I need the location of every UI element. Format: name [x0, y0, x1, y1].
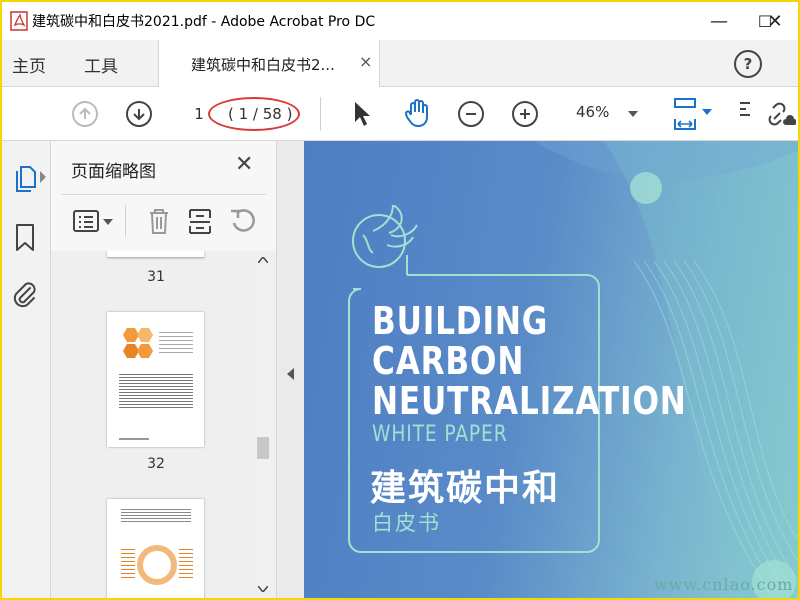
zoom-select[interactable]: 46% — [562, 99, 646, 129]
thumbnail-33-right — [179, 549, 193, 579]
thumbnail-list: 31 32 — [51, 251, 276, 598]
attachment-icon[interactable] — [10, 279, 40, 309]
document-view[interactable]: BUILDING CARBON NEUTRALIZATION WHITE PAP… — [304, 141, 798, 598]
navigation-rail — [2, 141, 51, 598]
minimize-button[interactable]: — — [696, 2, 742, 40]
select-cursor-icon[interactable] — [352, 100, 372, 128]
cover-title-cn: 建筑碳中和 — [370, 468, 561, 509]
thumbnail-32-footer — [119, 438, 149, 440]
thumbnail-33-ring — [137, 545, 177, 585]
scroll-down-icon[interactable] — [258, 586, 268, 592]
tab-home[interactable]: 主页 — [12, 52, 46, 77]
panel-collapse-bar[interactable] — [276, 141, 305, 598]
thumbnail-label-31: 31 — [147, 269, 165, 285]
page-number-input[interactable]: 1 — [188, 102, 210, 126]
document-tab-label: 建筑碳中和白皮书2... — [191, 56, 335, 74]
cover-subtitle-en: WHITE PAPER — [372, 422, 508, 447]
fit-page-icon[interactable] — [670, 97, 700, 131]
cover-line-1: BUILDING — [372, 299, 549, 343]
close-tab-icon[interactable]: × — [359, 52, 372, 71]
zoom-in-button[interactable] — [512, 101, 538, 127]
help-icon: ? — [743, 55, 753, 73]
options-chevron-icon[interactable] — [103, 219, 113, 225]
thumbnail-33[interactable] — [107, 499, 204, 598]
thumbnail-33-left — [121, 549, 135, 579]
crop-icon[interactable] — [187, 206, 213, 236]
thumbnail-label-32: 32 — [147, 456, 165, 472]
thumbnail-33-text — [121, 509, 191, 523]
next-page-icon — [133, 109, 145, 121]
pdf-app-icon — [10, 11, 28, 31]
toolbar-divider — [320, 97, 321, 131]
annotation-ellipse — [208, 97, 300, 131]
thumbnail-options-icon[interactable] — [73, 209, 99, 233]
cover-subtitle-cn: 白皮书 — [372, 511, 441, 535]
window-title: 建筑碳中和白皮书2021.pdf - Adobe Acrobat Pro DC — [32, 14, 376, 30]
scroll-thumb[interactable] — [257, 437, 269, 459]
collapse-arrow-icon[interactable] — [287, 368, 294, 380]
thumbnail-32[interactable] — [107, 312, 204, 447]
cover-line-2: CARBON — [372, 339, 525, 383]
panel-toolbar — [51, 195, 276, 249]
scroll-up-icon[interactable] — [258, 257, 268, 263]
thumbnail-32-text — [159, 332, 193, 356]
prev-page-button[interactable] — [72, 101, 98, 127]
thumbnail-32-body — [119, 374, 193, 410]
zoom-out-button[interactable] — [458, 101, 484, 127]
tab-tools[interactable]: 工具 — [84, 52, 118, 77]
zoom-value: 46% — [576, 103, 610, 121]
watermark-text: www.cnlao.com — [654, 575, 794, 594]
next-page-button[interactable] — [126, 101, 152, 127]
panel-title: 页面缩略图 — [71, 162, 156, 182]
close-panel-icon[interactable]: ✕ — [235, 152, 253, 177]
tab-document[interactable]: 建筑碳中和白皮书2... × — [158, 40, 380, 87]
tab-bar: 主页 工具 建筑碳中和白皮书2... × ? — [2, 40, 798, 87]
fit-chevron-icon[interactable] — [702, 109, 712, 115]
zoom-out-icon — [466, 113, 476, 115]
acrobat-window: 建筑碳中和白皮书2021.pdf - Adobe Acrobat Pro DC … — [2, 2, 798, 598]
cover-line-3: NEUTRALIZATION — [372, 379, 687, 423]
thumbnail-32-graphic — [119, 326, 159, 362]
zoom-in-icon — [520, 109, 530, 119]
expand-indicator-icon — [40, 171, 46, 183]
delete-icon[interactable] — [147, 206, 171, 236]
rotate-icon[interactable] — [229, 207, 257, 235]
thumbnail-panel: 页面缩略图 ✕ 31 32 — [51, 141, 276, 598]
toolbar: 1 ( 1 / 58 ) 46% — [2, 87, 798, 141]
close-icon: ✕ — [767, 10, 783, 32]
thumbnail-31-edge[interactable] — [107, 251, 204, 257]
pages-icon[interactable] — [12, 163, 40, 193]
help-button[interactable]: ? — [734, 50, 762, 78]
prev-page-icon — [79, 107, 91, 119]
panel-tool-divider — [125, 205, 126, 237]
hex-diagram-icon — [123, 328, 153, 358]
thumbnail-scrollbar[interactable] — [255, 251, 271, 598]
close-window-button[interactable]: ✕ — [752, 2, 798, 40]
chevron-down-icon — [628, 111, 638, 117]
title-bar: 建筑碳中和白皮书2021.pdf - Adobe Acrobat Pro DC … — [2, 2, 798, 40]
bookmark-icon[interactable] — [14, 223, 36, 253]
comment-tool-icon[interactable] — [738, 99, 752, 129]
minimize-icon: — — [710, 10, 728, 32]
hand-tool-icon[interactable] — [402, 98, 432, 128]
link-icon[interactable] — [762, 101, 796, 127]
